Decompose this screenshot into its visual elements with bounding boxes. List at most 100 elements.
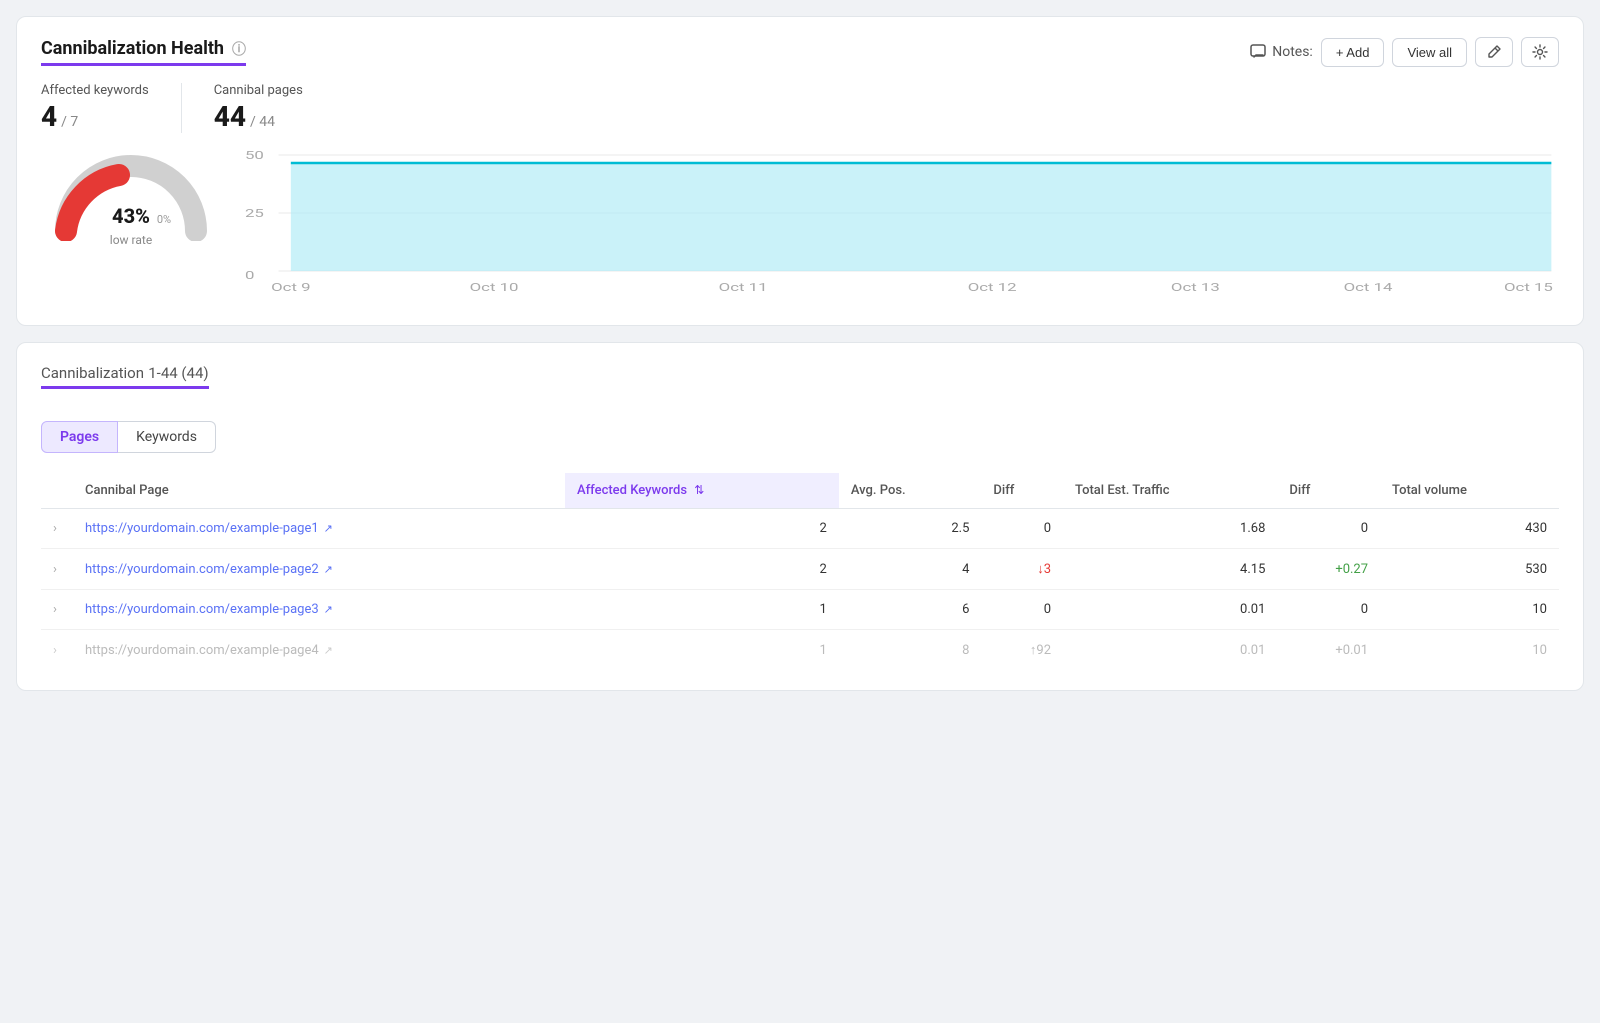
row-expand-btn[interactable]: › [41, 630, 73, 671]
view-all-button[interactable]: View all [1392, 38, 1467, 67]
header-actions: Notes: + Add View all [1250, 37, 1559, 67]
diff-cell: ↓3 [981, 549, 1063, 590]
cannibal-pages-stat: Cannibal pages 44 / 44 [214, 83, 335, 133]
page-link[interactable]: https://yourdomain.com/example-page2↗ [85, 562, 553, 577]
svg-text:0%: 0% [157, 213, 171, 226]
keywords-cell: 1 [565, 630, 839, 671]
page-link[interactable]: https://yourdomain.com/example-page3↗ [85, 602, 553, 617]
gauge-chart: 43% 0% [46, 141, 216, 231]
external-link-icon: ↗ [324, 644, 333, 657]
row-expand-btn[interactable]: › [41, 549, 73, 590]
volume-cell: 430 [1380, 509, 1559, 549]
svg-text:Oct 14: Oct 14 [1344, 282, 1393, 294]
expand-col-header [41, 473, 73, 509]
row-expand-btn[interactable]: › [41, 590, 73, 630]
traffic-diff-cell: 0 [1277, 590, 1380, 630]
keywords-cell: 2 [565, 549, 839, 590]
cannibal-page-cell: https://yourdomain.com/example-page4↗ [73, 630, 565, 671]
cannibalization-table: Cannibal Page Affected Keywords ⇅ Avg. P… [41, 473, 1559, 670]
tab-bar: Pages Keywords [41, 421, 1559, 453]
table-row: › https://yourdomain.com/example-page3↗ 16… [41, 590, 1559, 630]
page-link[interactable]: https://yourdomain.com/example-page4↗ [85, 643, 553, 658]
svg-text:43%: 43% [112, 204, 150, 228]
traffic-cell: 4.15 [1063, 549, 1277, 590]
cannibal-page-cell: https://yourdomain.com/example-page1↗ [73, 509, 565, 549]
svg-text:0: 0 [245, 270, 254, 282]
keywords-cell: 1 [565, 590, 839, 630]
volume-cell: 530 [1380, 549, 1559, 590]
metrics-row: 43% 0% low rate 50 25 0 [41, 141, 1559, 305]
area-chart-svg: 50 25 0 Oct 9 Oct 10 Oct 11 Oct 12 Oct 1… [245, 141, 1559, 301]
external-link-icon: ↗ [324, 563, 333, 576]
gauge-section: 43% 0% low rate [41, 141, 221, 247]
page-link[interactable]: https://yourdomain.com/example-page1↗ [85, 521, 553, 536]
table-header-row: Cannibal Page Affected Keywords ⇅ Avg. P… [41, 473, 1559, 509]
cannibal-pages-value: 44 / 44 [214, 100, 303, 133]
table-row: › https://yourdomain.com/example-page1↗ 22… [41, 509, 1559, 549]
avg-pos-col-header: Avg. Pos. [839, 473, 982, 509]
edit-icon [1486, 44, 1502, 60]
add-note-button[interactable]: + Add [1321, 38, 1385, 67]
edit-icon-button[interactable] [1475, 37, 1513, 67]
card-title: Cannibalization Health ⓘ [41, 38, 246, 66]
cannibal-page-cell: https://yourdomain.com/example-page3↗ [73, 590, 565, 630]
avg-pos-cell: 2.5 [839, 509, 982, 549]
sort-icon: ⇅ [694, 483, 704, 497]
external-link-icon: ↗ [324, 603, 333, 616]
volume-cell: 10 [1380, 590, 1559, 630]
info-icon[interactable]: ⓘ [232, 39, 246, 59]
tab-pages[interactable]: Pages [41, 421, 118, 453]
affected-keywords-col-header[interactable]: Affected Keywords ⇅ [565, 473, 839, 509]
chart-section: 50 25 0 Oct 9 Oct 10 Oct 11 Oct 12 Oct 1… [245, 141, 1559, 305]
traffic-cell: 1.68 [1063, 509, 1277, 549]
traffic-cell: 0.01 [1063, 590, 1277, 630]
avg-pos-cell: 6 [839, 590, 982, 630]
keywords-cell: 2 [565, 509, 839, 549]
notes-chat-icon [1250, 44, 1266, 60]
settings-icon-button[interactable] [1521, 37, 1559, 67]
volume-cell: 10 [1380, 630, 1559, 671]
diff-col-header: Diff [981, 473, 1063, 509]
notes-label: Notes: [1250, 44, 1313, 60]
table-row: ›https://yourdomain.com/example-page2↗24… [41, 549, 1559, 590]
affected-keywords-stat: Affected keywords 4 / 7 [41, 83, 182, 133]
external-link-icon: ↗ [324, 522, 333, 535]
section-header: Cannibalization 1-44 (44) [41, 363, 1559, 405]
diff-cell: ↑92 [981, 630, 1063, 671]
traffic-diff-cell: +0.27 [1277, 549, 1380, 590]
diff-cell: 0 [981, 590, 1063, 630]
gear-icon [1532, 44, 1548, 60]
tab-keywords[interactable]: Keywords [118, 421, 216, 453]
svg-text:Oct 12: Oct 12 [968, 282, 1017, 294]
svg-text:50: 50 [245, 150, 264, 162]
diff-cell: 0 [981, 509, 1063, 549]
cannibalization-card: Cannibalization 1-44 (44) Pages Keywords… [16, 342, 1584, 691]
traffic-diff-col-header: Diff [1277, 473, 1380, 509]
cannibal-page-col-header: Cannibal Page [73, 473, 565, 509]
health-card: Cannibalization Health ⓘ Notes: + Add Vi… [16, 16, 1584, 326]
card-title-text: Cannibalization Health [41, 38, 224, 59]
affected-keywords-value: 4 / 7 [41, 100, 149, 133]
svg-text:Oct 9: Oct 9 [271, 282, 310, 294]
svg-text:Oct 11: Oct 11 [719, 282, 768, 294]
card-header: Cannibalization Health ⓘ Notes: + Add Vi… [41, 37, 1559, 67]
total-traffic-col-header: Total Est. Traffic [1063, 473, 1277, 509]
avg-pos-cell: 4 [839, 549, 982, 590]
svg-text:Oct 13: Oct 13 [1171, 282, 1220, 294]
traffic-cell: 0.01 [1063, 630, 1277, 671]
row-expand-btn[interactable]: › [41, 509, 73, 549]
avg-pos-cell: 8 [839, 630, 982, 671]
traffic-diff-cell: +0.01 [1277, 630, 1380, 671]
svg-text:Oct 15: Oct 15 [1504, 282, 1553, 294]
total-volume-col-header: Total volume [1380, 473, 1559, 509]
gauge-svg: 43% 0% [46, 141, 216, 241]
section-range: 1-44 (44) [148, 364, 208, 382]
svg-text:Oct 10: Oct 10 [470, 282, 519, 294]
section-title: Cannibalization 1-44 (44) [41, 363, 209, 389]
stats-row: Affected keywords 4 / 7 Cannibal pages 4… [41, 83, 1559, 133]
table-row: › https://yourdomain.com/example-page4↗ 18… [41, 630, 1559, 671]
svg-text:25: 25 [245, 208, 264, 220]
cannibal-page-cell: https://yourdomain.com/example-page2↗ [73, 549, 565, 590]
traffic-diff-cell: 0 [1277, 509, 1380, 549]
diff-neg-value: ↓3 [993, 561, 1051, 577]
